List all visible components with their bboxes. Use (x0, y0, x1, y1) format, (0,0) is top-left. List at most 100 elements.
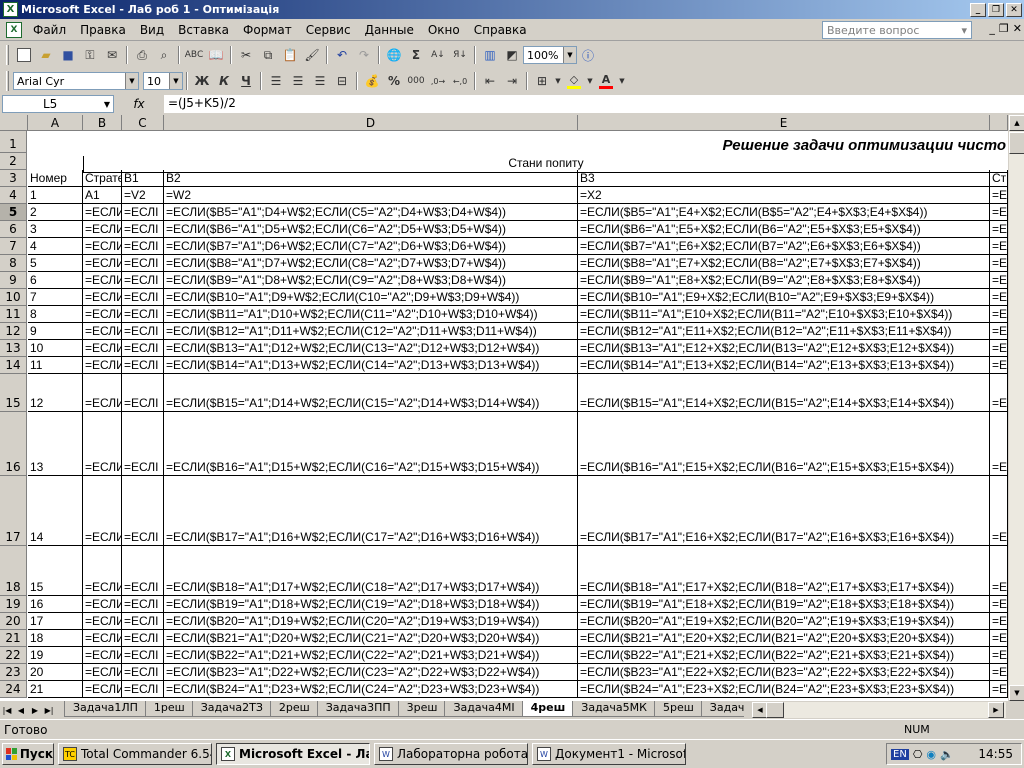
align-right-icon[interactable]: ☰ (309, 70, 331, 92)
cell[interactable]: =E (990, 238, 1008, 255)
cell[interactable]: =E (990, 289, 1008, 306)
cell[interactable]: =ЕСЛІ (122, 664, 164, 681)
cell[interactable]: =E (990, 630, 1008, 647)
workbook-icon[interactable]: X (6, 21, 22, 38)
row-header[interactable]: 3 (0, 170, 27, 187)
cell[interactable]: =ЕСЛИ($B11="A1";E10+X$2;ЕСЛИ(B11="A2";E1… (578, 306, 990, 323)
cell[interactable]: 19 (28, 647, 83, 664)
formula-input[interactable]: =(J5+K5)/2 (164, 95, 1024, 113)
align-left-icon[interactable]: ☰ (265, 70, 287, 92)
cell[interactable]: =ЕСЛИ (83, 340, 122, 357)
cell[interactable]: 21 (28, 681, 83, 698)
row-header[interactable]: 2 (0, 153, 27, 170)
minimize-button[interactable]: _ (970, 2, 986, 17)
row-header[interactable]: 19 (0, 596, 27, 613)
chevron-down-icon[interactable]: ▼ (585, 70, 595, 92)
close-button[interactable]: ✕ (1006, 2, 1022, 17)
cell[interactable]: =ЕСЛІ (122, 613, 164, 630)
row-header[interactable]: 22 (0, 647, 27, 664)
cell[interactable]: 1 (28, 187, 83, 204)
doc-restore-button[interactable]: ❐ (999, 22, 1009, 35)
cell[interactable]: =ЕСЛИ (83, 272, 122, 289)
cell[interactable]: 3 (28, 221, 83, 238)
chart-wizard-icon[interactable]: ▥ (479, 44, 501, 66)
cell[interactable]: =ЕСЛИ (83, 613, 122, 630)
cell[interactable]: =ЕСЛИ($B5="A1";E4+X$2;ЕСЛИ(B$5="A2";E4+$… (578, 204, 990, 221)
cell[interactable]: =ЕСЛИ($B23="A1";D22+W$2;ЕСЛИ(C23="A2";D2… (164, 664, 578, 681)
menu-edit[interactable]: Правка (73, 23, 133, 37)
cell[interactable]: =ЕСЛІ (122, 204, 164, 221)
cell[interactable]: =ЕСЛИ (83, 357, 122, 374)
row-header[interactable]: 16 (0, 412, 27, 476)
cell[interactable]: 13 (28, 412, 83, 476)
cell[interactable]: 12 (28, 374, 83, 412)
cell[interactable]: =ЕСЛІ (122, 630, 164, 647)
sheet-title[interactable]: Решение задачи оптимизации чисто (28, 137, 1008, 156)
merge-center-icon[interactable]: ⊟ (331, 70, 353, 92)
row-header[interactable]: 10 (0, 289, 27, 306)
sheet-tab[interactable]: Задача2ТЗ (191, 701, 272, 717)
cell[interactable]: =ЕСЛИ($B14="A1";D13+W$2;ЕСЛИ(C14="A2";D1… (164, 357, 578, 374)
cell[interactable]: =ЕСЛИ($B22="A1";D21+W$2;ЕСЛИ(C22="A2";D2… (164, 647, 578, 664)
sort-descending-icon[interactable]: Я↓ (449, 44, 471, 66)
cell[interactable]: =ЕСЛІ (122, 412, 164, 476)
cell[interactable]: 14 (28, 476, 83, 546)
chevron-down-icon[interactable]: ▼ (553, 70, 563, 92)
toolbar-grip[interactable] (6, 45, 9, 65)
cell[interactable]: =E (990, 357, 1008, 374)
cell[interactable]: =ЕСЛИ($B24="A1";D23+W$2;ЕСЛИ(C24="A2";D2… (164, 681, 578, 698)
cell[interactable]: =ЕСЛИ (83, 476, 122, 546)
demand-states-header[interactable]: Стани попиту (83, 156, 1008, 173)
font-name-combo[interactable]: Arial Cyr ▼ (13, 72, 139, 90)
row-header[interactable]: 8 (0, 255, 27, 272)
cell[interactable]: =E (990, 204, 1008, 221)
row-header[interactable]: 18 (0, 546, 27, 596)
cell[interactable]: =E (990, 681, 1008, 698)
antivirus-icon[interactable]: ◉ (926, 748, 936, 761)
cell[interactable]: =E (990, 664, 1008, 681)
cell[interactable]: =W2 (164, 187, 578, 204)
cell[interactable]: 15 (28, 546, 83, 596)
language-indicator[interactable]: EN (891, 748, 909, 760)
borders-icon[interactable]: ⊞ (531, 70, 553, 92)
chevron-down-icon[interactable]: ▼ (104, 100, 113, 109)
cell[interactable]: 11 (28, 357, 83, 374)
cell[interactable]: =ЕСЛИ($B7="A1";D6+W$2;ЕСЛИ(C7="A2";D6+W$… (164, 238, 578, 255)
sheet-tab[interactable]: 2реш (269, 701, 319, 717)
cell[interactable]: =ЕСЛИ (83, 664, 122, 681)
prev-sheet-icon[interactable]: ◀ (14, 702, 28, 718)
row-header[interactable]: 7 (0, 238, 27, 255)
cell[interactable]: =E (990, 221, 1008, 238)
cell[interactable]: =ЕСЛИ($B8="A1";E7+X$2;ЕСЛИ(B8="A2";E7+$X… (578, 255, 990, 272)
scroll-down-icon[interactable]: ▼ (1009, 685, 1024, 701)
percent-button[interactable]: % (383, 70, 405, 92)
help-question-input[interactable]: Введите вопрос ▾ (822, 21, 972, 39)
column-header-a[interactable]: A (28, 115, 83, 131)
maximize-button[interactable]: ❐ (988, 2, 1004, 17)
task-total-commander[interactable]: TC Total Commander 6.54P... (58, 743, 212, 765)
cell[interactable]: =ЕСЛИ (83, 647, 122, 664)
chevron-down-icon[interactable]: ▼ (125, 73, 138, 89)
cell[interactable]: =ЕСЛИ($B18="A1";D17+W$2;ЕСЛИ(C18="A2";D1… (164, 546, 578, 596)
row-header[interactable]: 23 (0, 664, 27, 681)
horizontal-scroll-thumb[interactable] (766, 702, 784, 718)
cell[interactable]: =ЕСЛІ (122, 647, 164, 664)
cell[interactable]: =ЕСЛІ (122, 221, 164, 238)
cell[interactable]: =ЕСЛИ (83, 546, 122, 596)
select-all-corner[interactable] (0, 115, 28, 131)
cell[interactable]: =ЕСЛИ($B23="A1";E22+X$2;ЕСЛИ(B23="A2";E2… (578, 664, 990, 681)
sort-ascending-icon[interactable]: A↓ (427, 44, 449, 66)
task-word-lab[interactable]: W Лабораторна робота ... (374, 743, 528, 765)
doc-minimize-button[interactable]: _ (989, 22, 995, 35)
cell[interactable]: 8 (28, 306, 83, 323)
cell[interactable]: 5 (28, 255, 83, 272)
cell[interactable]: =ЕСЛІ (122, 681, 164, 698)
row-header[interactable]: 20 (0, 613, 27, 630)
cell[interactable]: =ЕСЛИ($B18="A1";E17+X$2;ЕСЛИ(B18="A2";E1… (578, 546, 990, 596)
cell[interactable]: =ЕСЛИ($B12="A1";D11+W$2;ЕСЛИ(C12="A2";D1… (164, 323, 578, 340)
cell[interactable]: 9 (28, 323, 83, 340)
italic-button[interactable]: К (213, 70, 235, 92)
row-header[interactable]: 17 (0, 476, 27, 546)
research-icon[interactable]: 📖 (205, 44, 227, 66)
column-header-d[interactable]: D (164, 115, 578, 131)
